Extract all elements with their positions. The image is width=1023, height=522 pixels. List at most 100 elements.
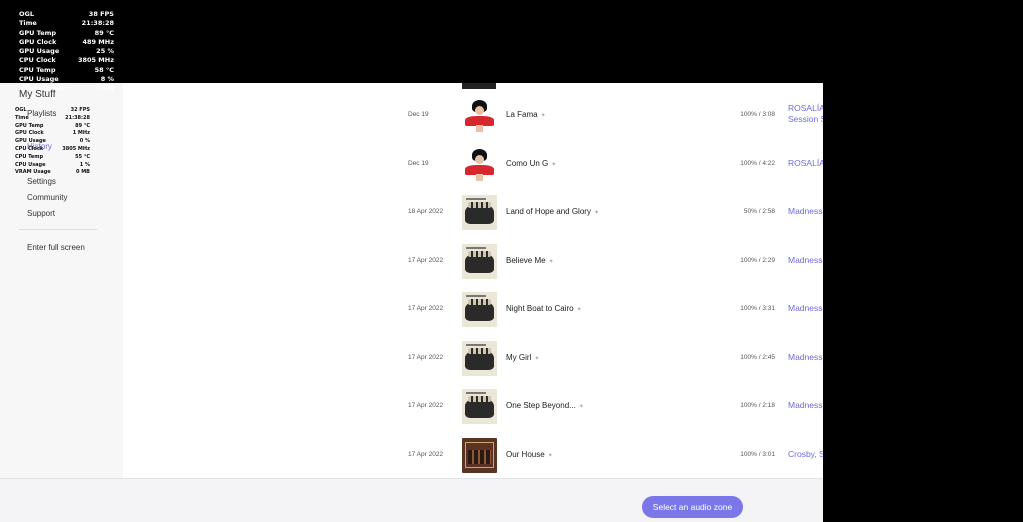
track-row[interactable]: 18 Apr 2022 Land of Hope and Glory ✦ 50% / …	[123, 195, 823, 231]
sparkle-icon: ✦	[578, 404, 584, 410]
track-artist-link[interactable]: Madness	[788, 303, 823, 314]
track-artist-cell[interactable]: Madness	[788, 255, 823, 266]
osd-label: CPU Usage	[19, 75, 59, 84]
track-title-cell[interactable]: Night Boat to Cairo ✦	[506, 304, 582, 313]
app-window: My Stuff Playlists History Settings Comm…	[0, 83, 823, 522]
track-row[interactable]: 17 Apr 2022 Night Boat to Cairo ✦ 100% / 3:…	[123, 292, 823, 328]
track-title[interactable]: One Step Beyond...	[506, 401, 576, 410]
osd-small-value: 0 MB	[75, 169, 90, 176]
track-artist-cell[interactable]: Madness	[788, 206, 823, 217]
osd-value: 3805 MHz	[77, 56, 114, 65]
osd-value: 0 MB	[95, 84, 114, 93]
track-artist-cell[interactable]: Madness	[788, 400, 823, 411]
track-artist-cell[interactable]: Crosby, S	[788, 449, 823, 460]
album-art[interactable]	[462, 98, 497, 133]
track-artist-link[interactable]: Madness	[788, 206, 823, 217]
sidebar-item-community[interactable]: Community	[27, 193, 67, 202]
track-progress: 100% / 2:29	[740, 257, 775, 264]
track-title-cell[interactable]: One Step Beyond... ✦	[506, 401, 584, 410]
osd-label: VRAM Usage	[19, 84, 66, 93]
osd-value: 89 °C	[94, 28, 114, 37]
track-artist-cell[interactable]: ROSALÍA Session S	[788, 103, 823, 125]
osd-small-value: 32 FPS	[70, 107, 90, 113]
track-progress: 100% / 4:22	[740, 160, 775, 167]
sidebar-item-settings[interactable]: Settings	[27, 177, 56, 186]
osd-small-value: 1 %	[79, 161, 90, 168]
history-list: Dec 19 La Fama ✦ 100% / 3:08 ROSALÍA Session …	[123, 83, 823, 478]
album-art[interactable]	[462, 244, 497, 279]
osd-label: CPU Temp	[19, 65, 56, 74]
osd-small-value: 0 %	[79, 138, 90, 145]
album-art-partial	[462, 83, 496, 89]
osd-value: 58 °C	[94, 65, 114, 74]
black-right-area	[823, 83, 1023, 522]
track-artist-cell[interactable]: Madness	[788, 303, 823, 314]
track-title[interactable]: My Girl	[506, 353, 531, 362]
track-title-cell[interactable]: Como Un G ✦	[506, 159, 556, 168]
osd-small-label: CPU Temp	[15, 153, 44, 160]
track-title-cell[interactable]: Our House ✦	[506, 450, 553, 459]
track-album-link[interactable]: Session S	[788, 114, 823, 125]
album-art[interactable]	[462, 195, 497, 230]
osd-small-row: OGL 32 FPS	[15, 107, 90, 115]
track-progress: 100% / 3:31	[740, 305, 775, 312]
osd-row: CPU Temp 58 °C	[19, 66, 114, 75]
track-artist-cell[interactable]: Madness	[788, 352, 823, 363]
sidebar-item-support[interactable]: Support	[27, 209, 55, 218]
track-date: 17 Apr 2022	[408, 354, 444, 361]
osd-small-value: 3805 MHz	[62, 145, 90, 152]
sidebar-item-fullscreen[interactable]: Enter full screen	[27, 243, 85, 252]
track-row[interactable]: 17 Apr 2022 Believe Me ✦ 100% / 2:29 Madness	[123, 244, 823, 280]
track-title-cell[interactable]: Believe Me ✦	[506, 256, 554, 265]
track-title-cell[interactable]: La Fama ✦	[506, 110, 546, 119]
performance-overlay-small: OGL 32 FPS Time 21:38:28 GPU Temp 89 °C GPU Cl…	[15, 107, 90, 177]
osd-row: OGL 38 FPS	[19, 10, 114, 19]
track-progress: 100% / 2:18	[740, 402, 775, 409]
track-date: 17 Apr 2022	[408, 402, 444, 409]
album-art[interactable]	[462, 292, 497, 327]
sidebar-divider	[19, 229, 97, 230]
track-artist-link[interactable]: ROSALÍA	[788, 158, 823, 169]
track-row[interactable]: Dec 19 Como Un G ✦ 100% / 4:22 ROSALÍA	[123, 147, 823, 183]
sparkle-icon: ✦	[593, 210, 599, 216]
sparkle-icon: ✦	[534, 356, 540, 362]
osd-small-label: OGL	[15, 107, 27, 113]
osd-small-label: CPU Usage	[15, 161, 46, 168]
album-art[interactable]	[462, 389, 497, 424]
album-art[interactable]	[462, 438, 497, 473]
track-row[interactable]: Dec 19 La Fama ✦ 100% / 3:08 ROSALÍA Session …	[123, 98, 823, 134]
track-title[interactable]: Night Boat to Cairo	[506, 304, 574, 313]
track-artist-link[interactable]: Madness	[788, 352, 823, 363]
track-date: 17 Apr 2022	[408, 257, 444, 264]
track-row[interactable]: 17 Apr 2022 One Step Beyond... ✦ 100% / 2:1…	[123, 389, 823, 425]
album-art[interactable]	[462, 341, 497, 376]
select-audio-zone-button[interactable]: Select an audio zone	[642, 496, 743, 518]
album-art[interactable]	[462, 147, 497, 182]
track-artist-link[interactable]: Madness	[788, 255, 823, 266]
osd-row: Time 21:38:28	[19, 19, 114, 28]
track-title[interactable]: Our House	[506, 450, 545, 459]
track-artist-link[interactable]: Madness	[788, 400, 823, 411]
track-progress: 100% / 3:01	[740, 451, 775, 458]
osd-small-value: 21:38:28	[65, 114, 90, 121]
track-row[interactable]: 17 Apr 2022 My Girl ✦ 100% / 2:45 Madness	[123, 341, 823, 377]
performance-overlay: OGL 38 FPS Time 21:38:28 GPU Temp 89 °C GPU Cl…	[19, 10, 114, 94]
track-title[interactable]: Land of Hope and Glory	[506, 207, 591, 216]
sparkle-icon: ✦	[547, 453, 553, 459]
osd-value: 489 MHz	[82, 37, 114, 46]
track-title[interactable]: Believe Me	[506, 256, 546, 265]
track-artist-link[interactable]: Crosby, S	[788, 449, 823, 460]
track-title[interactable]: Como Un G	[506, 159, 548, 168]
osd-small-value: 1 MHz	[72, 130, 90, 137]
track-row[interactable]: 17 Apr 2022 Our House ✦ 100% / 3:01 Crosby, …	[123, 438, 823, 474]
osd-row: GPU Clock 489 MHz	[19, 38, 114, 47]
osd-value: 38 FPS	[88, 10, 114, 18]
track-title-cell[interactable]: Land of Hope and Glory ✦	[506, 207, 599, 216]
sparkle-icon: ✦	[548, 259, 554, 265]
osd-small-label: VRAM Usage	[15, 169, 51, 176]
track-artist-cell[interactable]: ROSALÍA	[788, 158, 823, 169]
track-artist-link[interactable]: ROSALÍA	[788, 103, 823, 114]
osd-row: GPU Usage 25 %	[19, 47, 114, 56]
track-title[interactable]: La Fama	[506, 110, 538, 119]
track-title-cell[interactable]: My Girl ✦	[506, 353, 539, 362]
